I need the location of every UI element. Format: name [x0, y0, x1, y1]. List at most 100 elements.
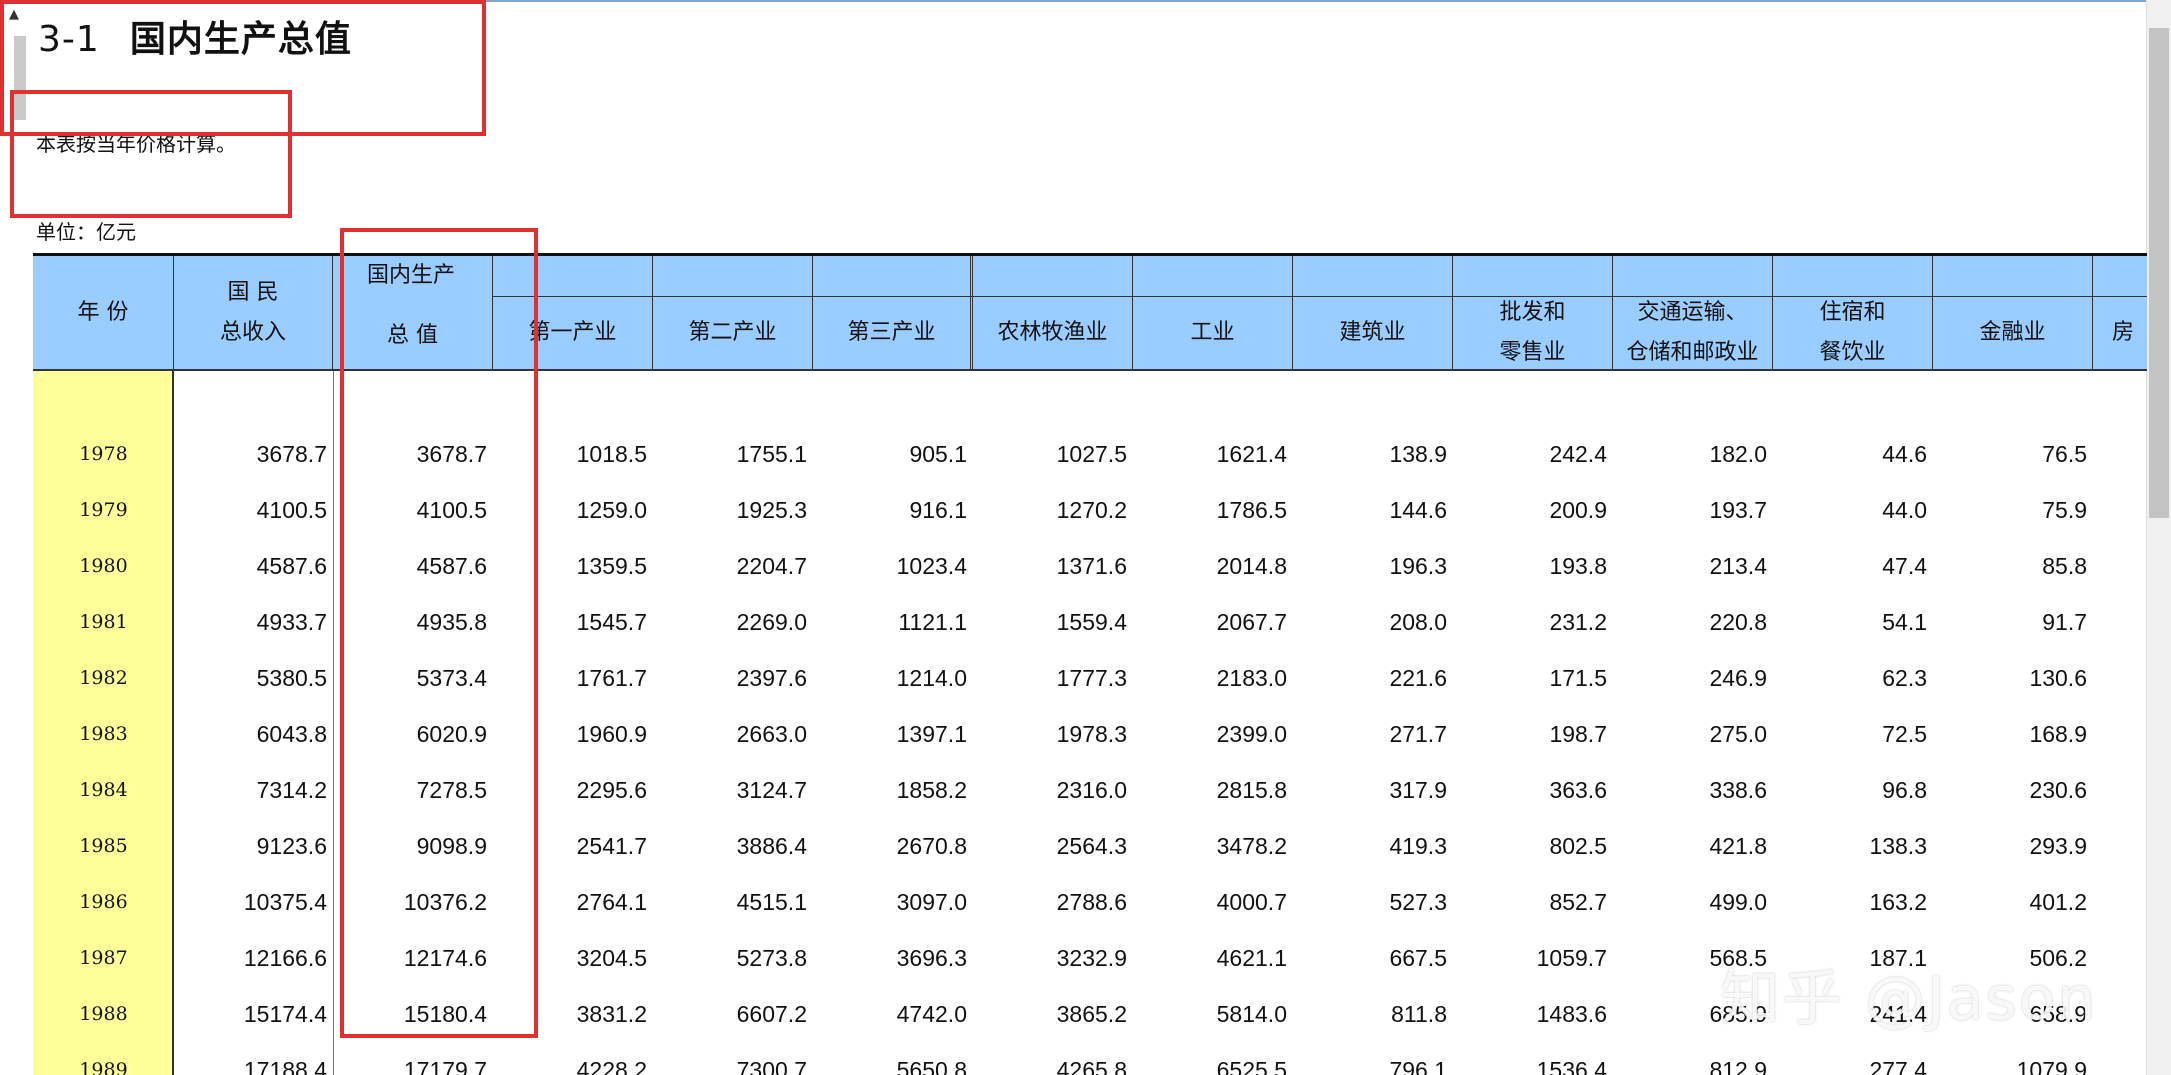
value-cell[interactable]: 44.6: [1783, 426, 1927, 482]
value-cell[interactable]: 317.9: [1303, 762, 1447, 818]
value-cell[interactable]: 6607.2: [663, 986, 807, 1042]
value-cell[interactable]: 7314.2: [183, 762, 327, 818]
value-cell[interactable]: 802.5: [1463, 818, 1607, 874]
header-agriculture[interactable]: 农林牧渔业: [973, 256, 1133, 369]
value-cell[interactable]: 130.6: [1943, 650, 2087, 706]
header-tertiary[interactable]: 第三产业: [813, 256, 973, 369]
value-cell[interactable]: 3831.2: [503, 986, 647, 1042]
year-cell[interactable]: 1979: [33, 482, 174, 538]
value-cell[interactable]: 1270.2: [983, 482, 1127, 538]
value-cell[interactable]: 1018.5: [503, 426, 647, 482]
value-cell[interactable]: 4265.8: [983, 1042, 1127, 1075]
year-cell[interactable]: 1986: [33, 874, 174, 930]
value-cell[interactable]: 916.1: [823, 482, 967, 538]
value-cell[interactable]: 76.5: [1943, 426, 2087, 482]
year-cell[interactable]: 1980: [33, 538, 174, 594]
value-cell[interactable]: 338.6: [1623, 762, 1767, 818]
value-cell[interactable]: 5380.5: [183, 650, 327, 706]
header-construction[interactable]: 建筑业: [1293, 256, 1453, 369]
value-cell[interactable]: 85.8: [1943, 538, 2087, 594]
value-cell[interactable]: 96.8: [1783, 762, 1927, 818]
header-transport[interactable]: 交通运输、 仓储和邮政业: [1613, 256, 1773, 369]
value-cell[interactable]: 1059.7: [1463, 930, 1607, 986]
value-cell[interactable]: 9098.9: [343, 818, 487, 874]
value-cell[interactable]: 852.7: [1463, 874, 1607, 930]
value-cell[interactable]: 4228.2: [503, 1042, 647, 1075]
value-cell[interactable]: 2397.6: [663, 650, 807, 706]
value-cell[interactable]: 138.3: [1783, 818, 1927, 874]
header-year[interactable]: 年 份: [33, 256, 174, 369]
value-cell[interactable]: 220.8: [1623, 594, 1767, 650]
value-cell[interactable]: 277.4: [1783, 1042, 1927, 1075]
header-industry[interactable]: 工业: [1133, 256, 1293, 369]
value-cell[interactable]: 200.9: [1463, 482, 1607, 538]
value-cell[interactable]: 3696.3: [823, 930, 967, 986]
value-cell[interactable]: 231.2: [1463, 594, 1607, 650]
year-cell[interactable]: 1978: [33, 426, 174, 482]
value-cell[interactable]: 2295.6: [503, 762, 647, 818]
value-cell[interactable]: 2764.1: [503, 874, 647, 930]
value-cell[interactable]: 4100.5: [183, 482, 327, 538]
year-cell[interactable]: 1988: [33, 986, 174, 1042]
value-cell[interactable]: 213.4: [1623, 538, 1767, 594]
value-cell[interactable]: 796.1: [1303, 1042, 1447, 1075]
value-cell[interactable]: 6043.8: [183, 706, 327, 762]
value-cell[interactable]: 1359.5: [503, 538, 647, 594]
value-cell[interactable]: 2399.0: [1143, 706, 1287, 762]
year-cell[interactable]: 1987: [33, 930, 174, 986]
value-cell[interactable]: 1079.9: [1943, 1042, 2087, 1075]
value-cell[interactable]: 198.7: [1463, 706, 1607, 762]
header-secondary[interactable]: 第二产业: [653, 256, 813, 369]
value-cell[interactable]: 1858.2: [823, 762, 967, 818]
value-cell[interactable]: 3478.2: [1143, 818, 1287, 874]
value-cell[interactable]: 5650.8: [823, 1042, 967, 1075]
value-cell[interactable]: 15180.4: [343, 986, 487, 1042]
year-cell[interactable]: 1985: [33, 818, 174, 874]
vertical-scroll-thumb[interactable]: [2149, 28, 2169, 518]
value-cell[interactable]: 91.7: [1943, 594, 2087, 650]
value-cell[interactable]: 2564.3: [983, 818, 1127, 874]
value-cell[interactable]: 1121.1: [823, 594, 967, 650]
value-cell[interactable]: 2815.8: [1143, 762, 1287, 818]
value-cell[interactable]: 3678.7: [183, 426, 327, 482]
header-realestate[interactable]: 房: [2093, 256, 2147, 369]
value-cell[interactable]: 1545.7: [503, 594, 647, 650]
value-cell[interactable]: 3124.7: [663, 762, 807, 818]
value-cell[interactable]: 1761.7: [503, 650, 647, 706]
value-cell[interactable]: 72.5: [1783, 706, 1927, 762]
value-cell[interactable]: 2541.7: [503, 818, 647, 874]
value-cell[interactable]: 75.9: [1943, 482, 2087, 538]
value-cell[interactable]: 246.9: [1623, 650, 1767, 706]
vertical-scrollbar[interactable]: [2146, 0, 2171, 1075]
value-cell[interactable]: 1559.4: [983, 594, 1127, 650]
value-cell[interactable]: 62.3: [1783, 650, 1927, 706]
value-cell[interactable]: 3232.9: [983, 930, 1127, 986]
value-cell[interactable]: 17179.7: [343, 1042, 487, 1075]
header-primary[interactable]: 第一产业: [493, 256, 653, 369]
year-cell[interactable]: 1984: [33, 762, 174, 818]
value-cell[interactable]: 363.6: [1463, 762, 1607, 818]
value-cell[interactable]: 7278.5: [343, 762, 487, 818]
value-cell[interactable]: 1027.5: [983, 426, 1127, 482]
value-cell[interactable]: 1755.1: [663, 426, 807, 482]
value-cell[interactable]: 419.3: [1303, 818, 1447, 874]
value-cell[interactable]: 7300.7: [663, 1042, 807, 1075]
value-cell[interactable]: 4587.6: [183, 538, 327, 594]
header-gni[interactable]: 国 民 总收入: [174, 256, 333, 369]
value-cell[interactable]: 6525.5: [1143, 1042, 1287, 1075]
value-cell[interactable]: 2204.7: [663, 538, 807, 594]
value-cell[interactable]: 1777.3: [983, 650, 1127, 706]
value-cell[interactable]: 905.1: [823, 426, 967, 482]
value-cell[interactable]: 3204.5: [503, 930, 647, 986]
value-cell[interactable]: 1978.3: [983, 706, 1127, 762]
value-cell[interactable]: 5273.8: [663, 930, 807, 986]
value-cell[interactable]: 3886.4: [663, 818, 807, 874]
value-cell[interactable]: 811.8: [1303, 986, 1447, 1042]
value-cell[interactable]: 54.1: [1783, 594, 1927, 650]
value-cell[interactable]: 1483.6: [1463, 986, 1607, 1042]
value-cell[interactable]: 275.0: [1623, 706, 1767, 762]
value-cell[interactable]: 17188.4: [183, 1042, 327, 1075]
header-finance[interactable]: 金融业: [1933, 256, 2093, 369]
value-cell[interactable]: 5814.0: [1143, 986, 1287, 1042]
value-cell[interactable]: 4933.7: [183, 594, 327, 650]
